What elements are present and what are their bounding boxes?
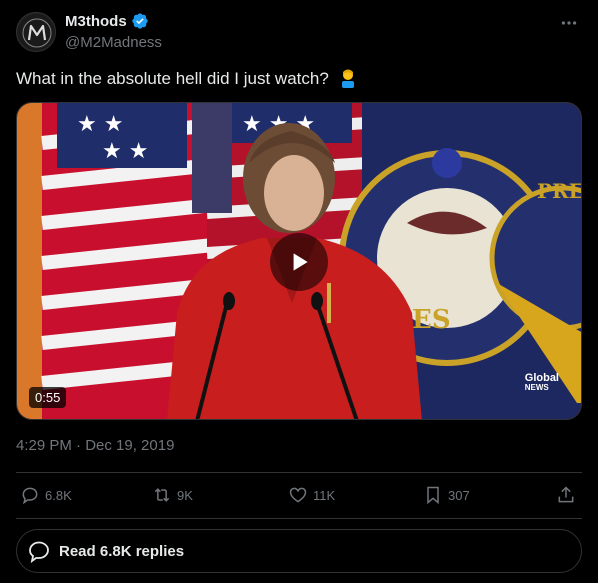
share-button[interactable] — [556, 485, 576, 505]
svg-text:PRE: PRE — [537, 179, 582, 203]
avatar[interactable] — [16, 12, 56, 52]
share-icon — [558, 486, 574, 503]
tweet-text: What in the absolute hell did I just wat… — [16, 69, 329, 88]
author-display-name[interactable]: M3thods — [65, 13, 127, 30]
like-count: 11K — [313, 487, 336, 503]
like-button[interactable]: 11K — [288, 485, 335, 505]
author-handle[interactable]: @M2Madness — [65, 34, 162, 51]
svg-text:★ ★: ★ ★ — [77, 112, 123, 137]
svg-text:★ ★: ★ ★ — [102, 139, 148, 164]
bookmark-icon — [427, 486, 439, 505]
video-duration: 0:55 — [29, 387, 67, 408]
avatar-logo-icon — [18, 14, 55, 51]
divider-top — [16, 472, 582, 473]
verified-badge-icon — [131, 13, 148, 29]
repost-button[interactable]: 9K — [152, 485, 193, 505]
author-name-row[interactable]: M3thods — [65, 12, 149, 30]
heart-icon — [289, 487, 307, 503]
video-player[interactable]: ★ ★ ★ ★ ★ ★ ★ ES PRE — [16, 102, 582, 420]
more-options-button[interactable] — [558, 12, 580, 34]
read-replies-button[interactable]: Read 6.8K replies — [16, 529, 582, 573]
repost-icon — [154, 488, 170, 502]
bookmark-button[interactable]: 307 — [423, 485, 470, 505]
tweet-text-container: What in the absolute hell did I just wat… — [16, 68, 358, 90]
tweet-timestamp[interactable]: 4:29 PM · Dec 19, 2019 — [16, 437, 174, 454]
read-replies-label: Read 6.8K replies — [59, 542, 185, 560]
bookmark-count: 307 — [448, 487, 470, 503]
play-button[interactable] — [270, 233, 328, 291]
svg-text:ES: ES — [412, 305, 451, 335]
broadcaster-watermark: Global NEWS — [525, 373, 559, 393]
reply-icon — [22, 487, 38, 505]
facepalm-emoji-icon — [341, 69, 354, 88]
action-bar: 6.8K 9K 11K 307 — [16, 485, 582, 509]
more-dots-icon — [561, 21, 577, 25]
reply-count: 6.8K — [45, 487, 72, 503]
reply-icon — [29, 541, 49, 563]
reply-button[interactable]: 6.8K — [20, 485, 72, 505]
repost-count: 9K — [177, 487, 193, 503]
play-icon — [293, 253, 308, 271]
divider-bottom — [16, 518, 582, 519]
watermark-line2: NEWS — [524, 383, 549, 392]
tweet: M3thods @M2Madness What in the absolute … — [0, 0, 598, 583]
